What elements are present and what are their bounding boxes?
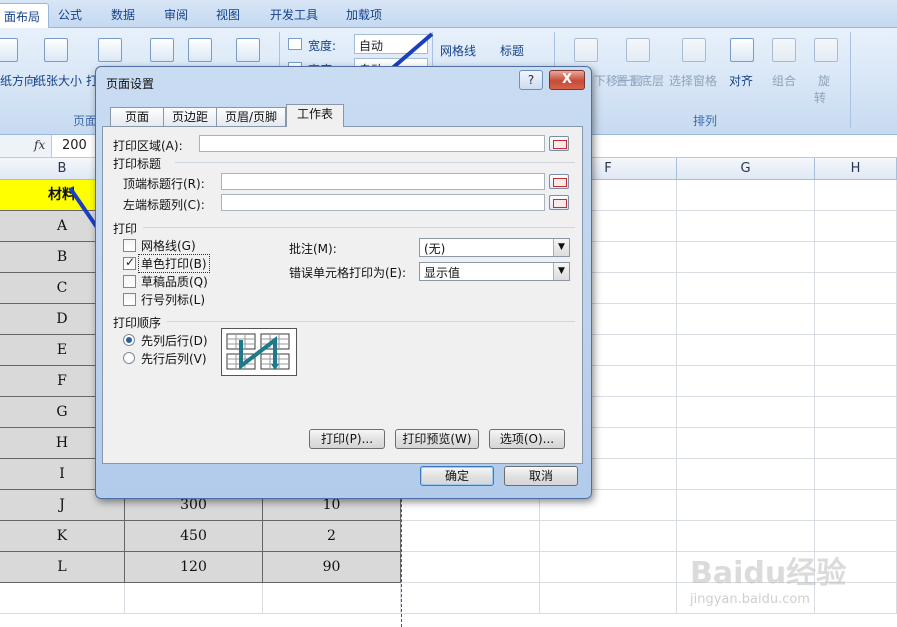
- print-order-preview-icon: [221, 328, 297, 376]
- comments-select[interactable]: (无) ▼: [419, 238, 570, 257]
- over-then-down-label: 先行后列(V): [141, 352, 207, 366]
- over-then-down-radio[interactable]: [123, 352, 135, 364]
- left-cols-label: 左端标题列(C):: [123, 198, 205, 212]
- top-rows-input[interactable]: [221, 173, 545, 190]
- tab-header-footer[interactable]: 页眉/页脚: [216, 107, 286, 126]
- print-preview-button[interactable]: 打印预览(W): [395, 429, 479, 449]
- gridlines-label: 网格线(G): [141, 239, 196, 253]
- draft-quality-checkbox[interactable]: [123, 275, 136, 288]
- dialog-title: 页面设置: [106, 77, 155, 91]
- watermark-brand: Baidu经验: [690, 556, 847, 591]
- monochrome-label: 单色打印(B): [138, 254, 210, 273]
- print-section-label: 打印: [113, 222, 138, 236]
- print-order-label: 打印顺序: [113, 316, 162, 330]
- options-button[interactable]: 选项(O)...: [489, 429, 565, 449]
- left-cols-picker-icon[interactable]: [549, 195, 569, 210]
- divider: [175, 162, 575, 163]
- cancel-button[interactable]: 取消: [504, 466, 578, 486]
- page-setup-dialog: 页面设置 ? X 页面 页边距 页眉/页脚 工作表 打印区域(A): 打印标题 …: [95, 66, 592, 499]
- top-rows-picker-icon[interactable]: [549, 174, 569, 189]
- comments-value: (无): [424, 242, 446, 256]
- errors-label: 错误单元格打印为(E):: [289, 266, 406, 280]
- divider: [167, 321, 575, 322]
- down-then-over-radio[interactable]: [123, 334, 135, 346]
- gridlines-checkbox[interactable]: [123, 239, 136, 252]
- print-area-picker-icon[interactable]: [549, 136, 569, 151]
- print-button[interactable]: 打印(P)...: [309, 429, 385, 449]
- chevron-down-icon[interactable]: ▼: [553, 263, 569, 280]
- print-area-input[interactable]: [199, 135, 545, 152]
- sheet-tab-panel: 打印区域(A): 打印标题 顶端标题行(R): 左端标题列(C): 打印 网格线…: [102, 126, 583, 464]
- help-button[interactable]: ?: [519, 70, 543, 90]
- comments-label: 批注(M):: [289, 242, 337, 256]
- tab-margins[interactable]: 页边距: [163, 107, 217, 126]
- down-then-over-label: 先列后行(D): [141, 334, 208, 348]
- draft-quality-label: 草稿品质(Q): [141, 275, 208, 289]
- row-col-headings-label: 行号列标(L): [141, 293, 206, 307]
- top-rows-label: 顶端标题行(R):: [123, 177, 205, 191]
- ok-button[interactable]: 确定: [420, 466, 494, 486]
- divider: [143, 227, 575, 228]
- errors-value: 显示值: [424, 266, 461, 280]
- close-button[interactable]: X: [549, 70, 585, 90]
- errors-select[interactable]: 显示值 ▼: [419, 262, 570, 281]
- watermark-url: jingyan.baidu.com: [690, 592, 810, 607]
- monochrome-checkbox[interactable]: ✓: [123, 255, 136, 270]
- chevron-down-icon[interactable]: ▼: [553, 239, 569, 256]
- tab-sheet[interactable]: 工作表: [286, 104, 344, 127]
- left-cols-input[interactable]: [221, 194, 545, 211]
- tab-page[interactable]: 页面: [110, 107, 164, 126]
- row-col-headings-checkbox[interactable]: [123, 293, 136, 306]
- print-titles-label: 打印标题: [113, 157, 162, 171]
- print-area-label: 打印区域(A):: [113, 139, 183, 153]
